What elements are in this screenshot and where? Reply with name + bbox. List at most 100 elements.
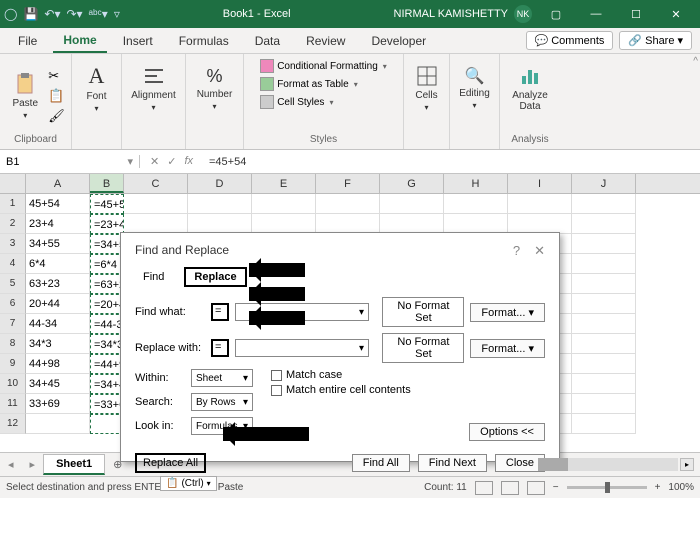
select-all-corner[interactable]	[0, 174, 26, 193]
cell[interactable]: 44-34	[26, 314, 90, 334]
zoom-out-button[interactable]: −	[553, 482, 559, 493]
cell[interactable]	[572, 214, 636, 234]
number-button[interactable]: % Number▾	[196, 58, 234, 118]
cell[interactable]: 20+44	[26, 294, 90, 314]
find-format-button[interactable]: Format... ▾	[470, 303, 545, 322]
cell[interactable]: =44+98	[90, 354, 124, 374]
replace-format-button[interactable]: Format... ▾	[470, 339, 545, 358]
cell[interactable]: =34+55	[90, 234, 124, 254]
user-area[interactable]: NIRMAL KAMISHETTY NK	[394, 5, 533, 23]
cell[interactable]: 23+4	[26, 214, 90, 234]
cancel-formula-icon[interactable]: ✕	[150, 155, 159, 168]
save-icon[interactable]: 💾	[23, 7, 38, 21]
cell[interactable]	[572, 374, 636, 394]
paste-options-tag[interactable]: 📋 (Ctrl) ▾	[160, 476, 217, 491]
row-header[interactable]: 6	[0, 294, 26, 314]
cell[interactable]	[572, 234, 636, 254]
tab-file[interactable]: File	[8, 30, 47, 52]
cell[interactable]	[572, 314, 636, 334]
name-box[interactable]: B1▾	[0, 155, 140, 168]
cell[interactable]	[124, 194, 188, 214]
replace-all-button[interactable]: Replace All	[135, 453, 206, 473]
tab-insert[interactable]: Insert	[113, 30, 163, 52]
col-f[interactable]: F	[316, 174, 380, 193]
cell[interactable]	[572, 414, 636, 434]
tab-formulas[interactable]: Formulas	[169, 30, 239, 52]
cell[interactable]: 45+54	[26, 194, 90, 214]
cell[interactable]	[380, 194, 444, 214]
search-combo[interactable]: By Rows▾	[191, 393, 253, 411]
cell[interactable]: =34*3	[90, 334, 124, 354]
cell-styles-button[interactable]: Cell Styles	[257, 94, 390, 110]
col-a[interactable]: A	[26, 174, 90, 193]
cut-icon[interactable]: ✂	[48, 68, 65, 84]
dialog-help-icon[interactable]: ?	[513, 243, 520, 259]
col-d[interactable]: D	[188, 174, 252, 193]
qat-more[interactable]: ᵃᵇᶜ▾	[89, 7, 108, 21]
horizontal-scrollbar[interactable]: ◂▸	[522, 458, 700, 471]
cell[interactable]	[252, 214, 316, 234]
zoom-level[interactable]: 100%	[668, 482, 694, 493]
enter-formula-icon[interactable]: ✓	[167, 155, 176, 168]
normal-view-button[interactable]	[475, 481, 493, 495]
cell[interactable]	[380, 214, 444, 234]
cell[interactable]	[508, 214, 572, 234]
dialog-tab-find[interactable]: Find	[135, 269, 172, 285]
analyze-data-button[interactable]: Analyze Data	[511, 58, 549, 118]
row-header[interactable]: 2	[0, 214, 26, 234]
cell[interactable]	[572, 334, 636, 354]
cell[interactable]	[572, 254, 636, 274]
row-header[interactable]: 3	[0, 234, 26, 254]
row-header[interactable]: 4	[0, 254, 26, 274]
ribbon-options-icon[interactable]: ▢	[536, 0, 576, 28]
match-entire-checkbox[interactable]: Match entire cell contents	[271, 384, 411, 396]
tab-developer[interactable]: Developer	[361, 30, 436, 52]
paste-button[interactable]: Paste ▾	[6, 66, 44, 126]
cell[interactable]: =20+44	[90, 294, 124, 314]
font-button[interactable]: A Font▾	[78, 58, 116, 118]
page-break-view-button[interactable]	[527, 481, 545, 495]
cell[interactable]: =63+23	[90, 274, 124, 294]
cell[interactable]: 63+23	[26, 274, 90, 294]
cell[interactable]: 44+98	[26, 354, 90, 374]
minimize-icon[interactable]: —	[576, 0, 616, 28]
zoom-in-button[interactable]: +	[655, 482, 661, 493]
col-j[interactable]: J	[572, 174, 636, 193]
col-b[interactable]: B	[90, 174, 124, 193]
tab-data[interactable]: Data	[245, 30, 290, 52]
cell[interactable]: =23+4	[90, 214, 124, 234]
share-button[interactable]: 🔗 Share ▾	[619, 31, 692, 50]
replace-with-combo[interactable]: ▾	[235, 339, 369, 357]
within-combo[interactable]: Sheet▾	[191, 369, 253, 387]
maximize-icon[interactable]: ☐	[616, 0, 656, 28]
cell[interactable]: 34+45	[26, 374, 90, 394]
cell[interactable]: =45+54	[90, 194, 124, 214]
redo-icon[interactable]: ↷▾	[66, 7, 82, 21]
cell[interactable]: =33+69	[90, 394, 124, 414]
cell[interactable]	[124, 214, 188, 234]
col-e[interactable]: E	[252, 174, 316, 193]
col-h[interactable]: H	[444, 174, 508, 193]
cell[interactable]	[26, 414, 90, 434]
tab-review[interactable]: Review	[296, 30, 355, 52]
tab-home[interactable]: Home	[53, 29, 106, 53]
cell[interactable]: =44-34	[90, 314, 124, 334]
collapse-ribbon-icon[interactable]: ^	[693, 56, 698, 67]
cell[interactable]	[572, 194, 636, 214]
page-layout-view-button[interactable]	[501, 481, 519, 495]
options-button[interactable]: Options <<	[469, 423, 545, 441]
cell[interactable]	[572, 394, 636, 414]
cell[interactable]	[444, 194, 508, 214]
cell[interactable]: 34+55	[26, 234, 90, 254]
row-header[interactable]: 8	[0, 334, 26, 354]
sheet-nav-prev[interactable]: ◂	[0, 458, 22, 471]
editing-button[interactable]: 🔍 Editing▾	[456, 58, 494, 118]
row-header[interactable]: 7	[0, 314, 26, 334]
conditional-formatting-button[interactable]: Conditional Formatting	[257, 58, 390, 74]
cell[interactable]	[572, 274, 636, 294]
find-next-button[interactable]: Find Next	[418, 454, 487, 472]
col-g[interactable]: G	[380, 174, 444, 193]
comments-button[interactable]: 💬 Comments	[526, 31, 614, 50]
row-header[interactable]: 9	[0, 354, 26, 374]
autosave-toggle[interactable]: ◯	[4, 7, 17, 21]
